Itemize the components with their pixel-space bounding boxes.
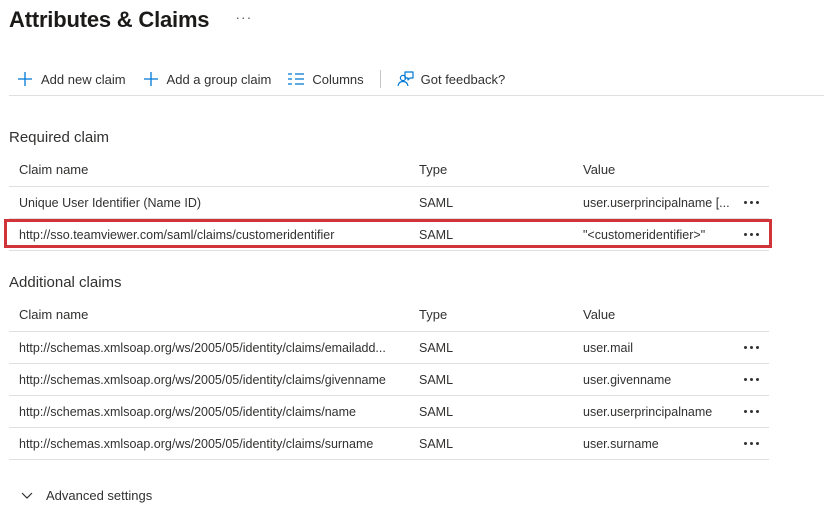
claim-type-cell: SAML bbox=[419, 195, 454, 210]
claim-type-cell: SAML bbox=[419, 372, 454, 387]
feedback-button[interactable]: Got feedback? bbox=[388, 65, 514, 93]
advanced-settings-label: Advanced settings bbox=[46, 488, 153, 503]
required-claim-heading: Required claim bbox=[9, 129, 110, 146]
columns-button[interactable]: Columns bbox=[279, 65, 371, 93]
claim-value-cell: user.userprincipalname [... bbox=[583, 195, 730, 210]
additional-claims-table: Claim name Type Value http://schemas.xml… bbox=[9, 298, 769, 460]
plus-icon bbox=[142, 70, 160, 88]
claim-type-cell: SAML bbox=[419, 340, 454, 355]
plus-icon bbox=[16, 70, 34, 88]
row-more-icon[interactable] bbox=[733, 378, 769, 381]
command-bar: Add new claim Add a group claim Columns … bbox=[9, 64, 824, 94]
feedback-icon bbox=[396, 70, 414, 88]
row-more-icon[interactable] bbox=[733, 442, 769, 445]
table-row[interactable]: http://sso.teamviewer.com/saml/claims/cu… bbox=[9, 219, 769, 251]
toolbar-divider-line bbox=[9, 95, 824, 96]
claim-value-cell: "<customeridentifier>" bbox=[583, 227, 706, 242]
claim-name-cell: http://schemas.xmlsoap.org/ws/2005/05/id… bbox=[19, 404, 356, 419]
claim-type-cell: SAML bbox=[419, 227, 454, 242]
page-header: Attributes & Claims ··· bbox=[9, 4, 252, 36]
column-header-type[interactable]: Type bbox=[409, 162, 573, 177]
claim-value-cell: user.mail bbox=[583, 340, 634, 355]
row-more-icon[interactable] bbox=[733, 233, 769, 236]
claim-name-cell: http://schemas.xmlsoap.org/ws/2005/05/id… bbox=[19, 436, 374, 451]
column-header-claim-name[interactable]: Claim name bbox=[9, 307, 409, 322]
claim-value-cell: user.userprincipalname bbox=[583, 404, 713, 419]
table-row[interactable]: http://schemas.xmlsoap.org/ws/2005/05/id… bbox=[9, 332, 769, 364]
table-row[interactable]: http://schemas.xmlsoap.org/ws/2005/05/id… bbox=[9, 364, 769, 396]
claim-value-cell: user.givenname bbox=[583, 372, 672, 387]
add-new-claim-button[interactable]: Add new claim bbox=[9, 65, 134, 93]
column-header-value[interactable]: Value bbox=[573, 307, 733, 322]
row-more-icon[interactable] bbox=[733, 346, 769, 349]
column-header-type[interactable]: Type bbox=[409, 307, 573, 322]
add-group-claim-label: Add a group claim bbox=[166, 71, 272, 87]
add-group-claim-button[interactable]: Add a group claim bbox=[134, 65, 280, 93]
claim-value-cell: user.surname bbox=[583, 436, 659, 451]
claim-name-cell: http://sso.teamviewer.com/saml/claims/cu… bbox=[19, 227, 335, 242]
additional-claims-heading: Additional claims bbox=[9, 274, 122, 291]
table-row[interactable]: http://schemas.xmlsoap.org/ws/2005/05/id… bbox=[9, 428, 769, 460]
claim-type-cell: SAML bbox=[419, 404, 454, 419]
columns-icon bbox=[287, 70, 305, 88]
table-row[interactable]: Unique User Identifier (Name ID) SAML us… bbox=[9, 187, 769, 219]
column-header-value[interactable]: Value bbox=[573, 162, 733, 177]
claim-type-cell: SAML bbox=[419, 436, 454, 451]
required-claims-table: Claim name Type Value Unique User Identi… bbox=[9, 153, 769, 251]
claim-name-cell: http://schemas.xmlsoap.org/ws/2005/05/id… bbox=[19, 340, 386, 355]
columns-label: Columns bbox=[312, 71, 364, 87]
chevron-down-icon bbox=[20, 489, 34, 503]
table-header: Claim name Type Value bbox=[9, 298, 769, 332]
claim-name-cell: http://schemas.xmlsoap.org/ws/2005/05/id… bbox=[19, 372, 386, 387]
page-title: Attributes & Claims bbox=[9, 7, 210, 32]
claim-name-cell: Unique User Identifier (Name ID) bbox=[19, 195, 202, 210]
column-header-claim-name[interactable]: Claim name bbox=[9, 162, 409, 177]
table-row[interactable]: http://schemas.xmlsoap.org/ws/2005/05/id… bbox=[9, 396, 769, 428]
more-options-icon[interactable]: ··· bbox=[235, 9, 252, 25]
advanced-settings-toggle[interactable]: Advanced settings bbox=[20, 488, 152, 503]
toolbar-divider bbox=[379, 70, 381, 88]
add-new-claim-label: Add new claim bbox=[41, 71, 126, 87]
table-header: Claim name Type Value bbox=[9, 153, 769, 187]
feedback-label: Got feedback? bbox=[420, 71, 506, 87]
row-more-icon[interactable] bbox=[733, 201, 769, 204]
row-more-icon[interactable] bbox=[733, 410, 769, 413]
